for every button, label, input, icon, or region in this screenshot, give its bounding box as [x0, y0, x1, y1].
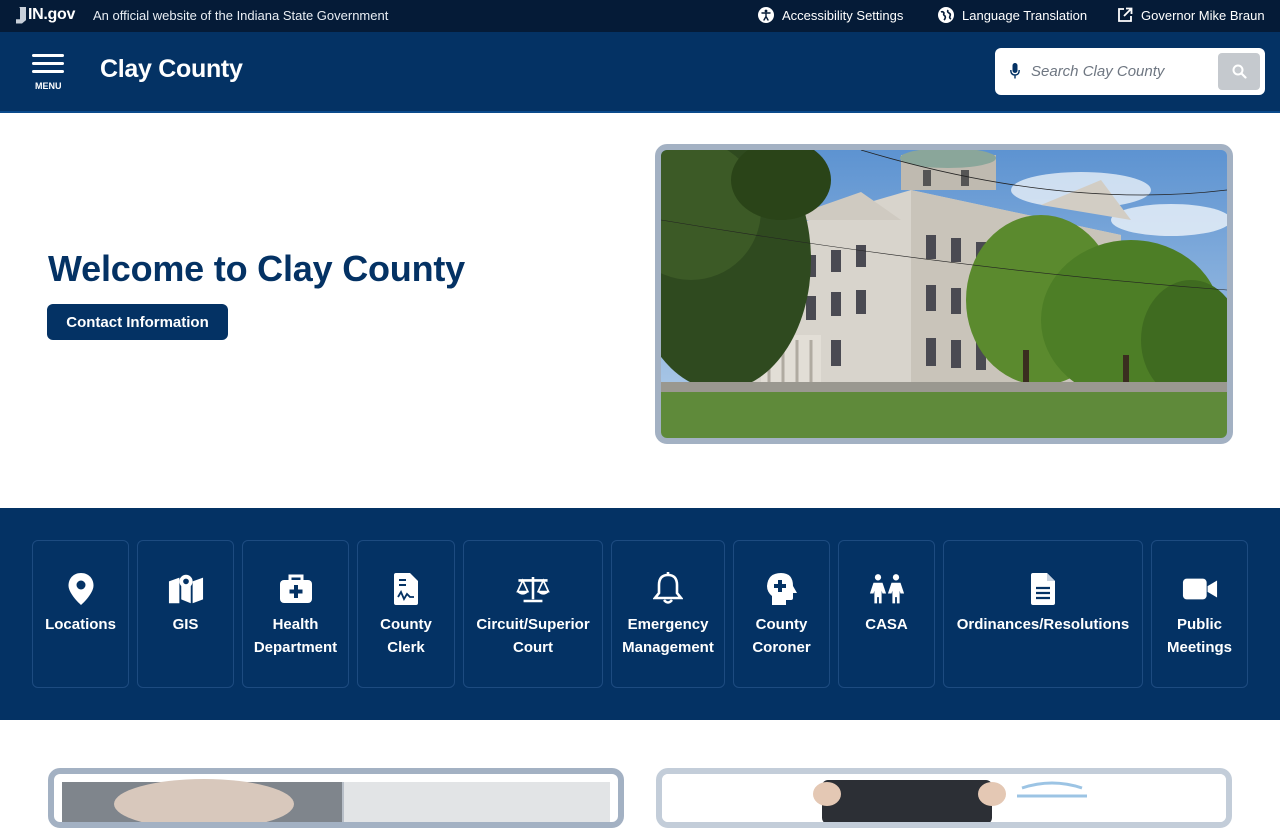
search-input[interactable] — [1031, 58, 1211, 85]
children-icon — [869, 571, 905, 607]
quick-link-label: County Coroner — [752, 616, 811, 656]
quick-link-health-department[interactable]: Health Department — [242, 540, 349, 688]
quick-link-emergency-management[interactable]: Emergency Management — [611, 540, 725, 688]
language-translation-label: Language Translation — [962, 7, 1088, 23]
feature-card-left[interactable] — [48, 768, 624, 828]
accessibility-settings-link[interactable]: Accessibility Settings — [758, 7, 903, 23]
hamburger-icon — [32, 54, 64, 57]
quick-link-label: Public Meetings — [1166, 616, 1232, 656]
quick-links-section: Locations GIS Health Department County C… — [0, 508, 1280, 720]
quick-link-county-coroner[interactable]: County Coroner — [733, 540, 830, 688]
map-icon — [168, 571, 204, 607]
quick-link-public-meetings[interactable]: Public Meetings — [1151, 540, 1248, 688]
scales-icon — [515, 571, 551, 607]
quick-link-label: Locations — [45, 616, 116, 633]
map-pin-icon — [63, 571, 99, 607]
site-header: MENU Clay County — [0, 32, 1280, 113]
accessibility-settings-label: Accessibility Settings — [782, 7, 904, 23]
search-box — [995, 48, 1265, 95]
contact-information-button[interactable]: Contact Information — [47, 304, 228, 340]
quick-link-ordinances-resolutions[interactable]: Ordinances/Resolutions — [943, 540, 1143, 688]
feature-card-image — [62, 779, 610, 822]
quick-link-circuit-superior-court[interactable]: Circuit/Superior Court — [463, 540, 603, 688]
medical-kit-icon — [278, 571, 314, 607]
quick-link-label: Ordinances/Resolutions — [956, 616, 1130, 633]
quick-link-label: Circuit/Superior Court — [476, 616, 590, 656]
hamburger-icon-line — [32, 62, 64, 65]
courthouse-image — [661, 150, 1227, 438]
bell-icon — [650, 571, 686, 607]
external-link-icon — [1118, 7, 1133, 22]
ingov-logo-text: IN.gov — [28, 6, 76, 23]
official-website-text: An official website of the Indiana State… — [93, 8, 389, 23]
quick-link-label: County Clerk — [380, 616, 432, 656]
quick-link-label: Emergency Management — [622, 616, 714, 656]
governor-link-label: Governor Mike Braun — [1141, 7, 1265, 23]
site-title[interactable]: Clay County — [100, 55, 243, 84]
quick-link-label: CASA — [865, 616, 908, 633]
page-title: Welcome to Clay County — [48, 248, 466, 289]
hamburger-icon-line — [32, 70, 64, 73]
video-camera-icon — [1182, 571, 1218, 607]
courthouse-photo — [655, 144, 1233, 444]
official-banner: IN.gov An official website of the Indian… — [0, 0, 1280, 32]
quick-link-gis[interactable]: GIS — [137, 540, 234, 688]
menu-button[interactable]: MENU — [32, 54, 66, 94]
signed-document-icon — [388, 571, 424, 607]
document-icon — [1025, 571, 1061, 607]
search-icon — [1232, 64, 1247, 79]
quick-link-label: Health Department — [253, 616, 338, 656]
globe-icon — [938, 7, 954, 23]
feature-card-image — [662, 774, 1226, 822]
ingov-logo[interactable]: IN.gov — [16, 6, 75, 24]
quick-link-county-clerk[interactable]: County Clerk — [357, 540, 455, 688]
governor-link[interactable]: Governor Mike Braun — [1117, 7, 1265, 23]
language-translation-link[interactable]: Language Translation — [938, 7, 1087, 23]
feature-card-right[interactable] — [656, 768, 1232, 828]
quick-link-casa[interactable]: CASA — [838, 540, 935, 688]
accessibility-icon — [758, 7, 774, 23]
search-button[interactable] — [1218, 53, 1260, 90]
quick-link-locations[interactable]: Locations — [32, 540, 129, 688]
head-plus-icon — [764, 571, 800, 607]
menu-label: MENU — [35, 81, 62, 91]
indiana-state-icon — [16, 6, 26, 24]
microphone-icon[interactable] — [1010, 63, 1020, 79]
quick-link-label: GIS — [172, 616, 199, 633]
